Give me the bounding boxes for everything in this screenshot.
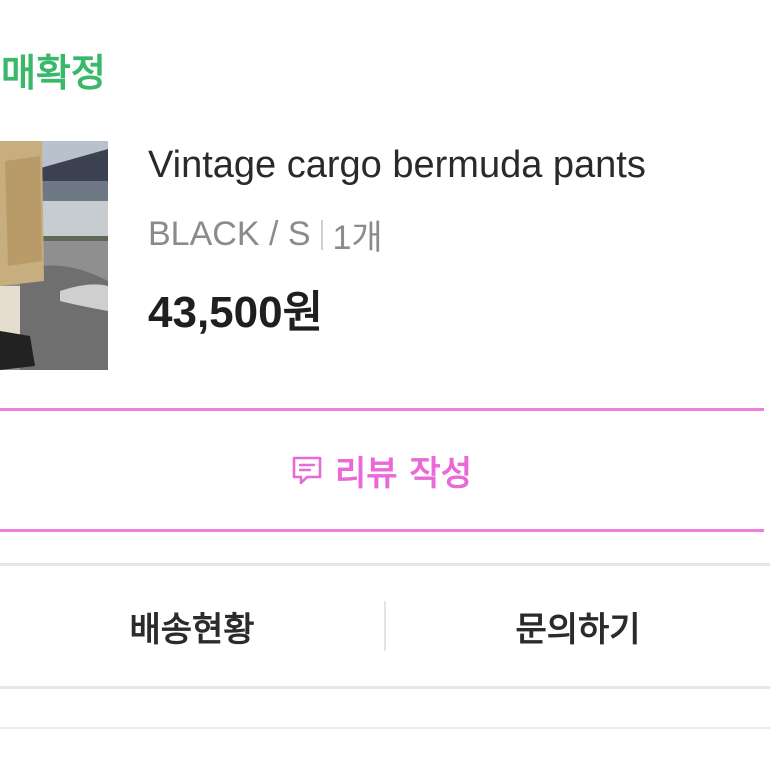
product-photo-image (0, 141, 108, 370)
inquiry-button[interactable]: 문의하기 (386, 566, 770, 686)
product-thumbnail[interactable] (0, 141, 108, 370)
product-option-line: BLACK / S 1개 (148, 210, 383, 259)
order-action-row: 배송현황 문의하기 (0, 563, 770, 689)
order-status-label: 구매확정 (0, 51, 106, 95)
write-review-button[interactable]: 리뷰 작성 (0, 408, 764, 532)
product-quantity: 1개 (332, 219, 383, 257)
product-price: 43,500원 (148, 288, 324, 337)
product-option: BLACK / S (148, 215, 311, 253)
review-icon (292, 456, 322, 485)
shipping-status-button[interactable]: 배송현황 (0, 566, 384, 686)
write-review-label: 리뷰 작성 (335, 453, 472, 494)
option-separator (320, 219, 323, 250)
bottom-divider (0, 727, 770, 729)
product-name[interactable]: Vintage cargo bermuda pants (148, 144, 646, 187)
